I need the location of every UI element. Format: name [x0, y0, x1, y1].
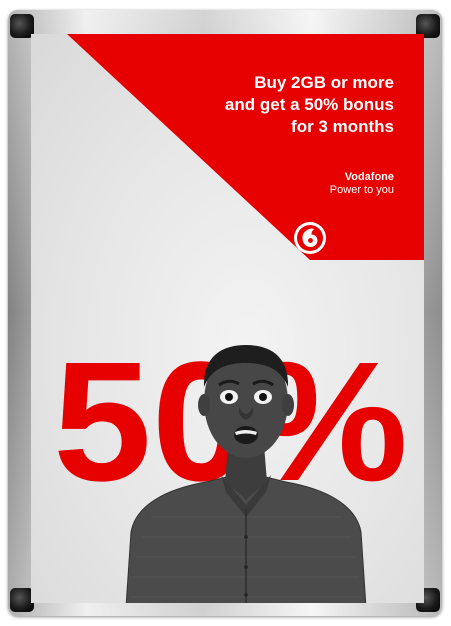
- person-photo: [125, 345, 367, 603]
- vodafone-logo-icon: [294, 222, 326, 254]
- headline-line: for 3 months: [291, 117, 394, 136]
- brand-tagline: Power to you: [329, 184, 394, 196]
- headline-line: and get a 50% bonus: [224, 95, 394, 114]
- advertising-poster: Buy 2GB or more and get a 50% bonus for …: [31, 34, 424, 603]
- headline-line: Buy 2GB or more: [254, 73, 394, 92]
- offer-headline: Buy 2GB or more and get a 50% bonus for …: [225, 72, 394, 138]
- brand-name: Vodafone: [344, 171, 394, 183]
